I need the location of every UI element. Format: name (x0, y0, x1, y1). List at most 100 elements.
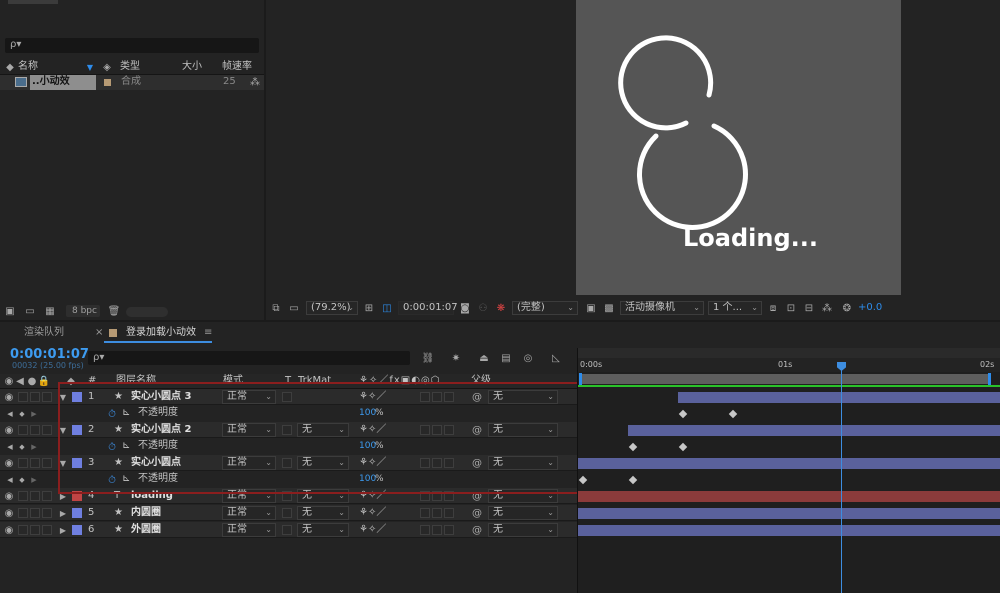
views-dropdown[interactable]: 1 个... ⌄ (708, 301, 762, 315)
new-folder-icon[interactable]: ▭ (24, 305, 36, 317)
layer-row[interactable]: ◉ ▶ 5 ★ 内圆圈 正常 ⌄ 无 ⌄ ⚘✧／ @ 无 ⌄ (0, 505, 577, 521)
camera-dropdown[interactable]: 活动摄像机 ⌄ (620, 301, 704, 315)
frame-blending-icon[interactable]: ▤ (498, 351, 514, 365)
keyframe-diamond[interactable] (628, 442, 638, 452)
trkmat-dropdown[interactable]: 无 ⌄ (297, 506, 349, 520)
eye-icon[interactable]: ◉ (4, 424, 14, 436)
solo-toggle[interactable] (30, 491, 40, 501)
column-name[interactable]: 名称 (18, 60, 38, 74)
project-item-row[interactable]: ..小动效 合成 25 ⁂ (0, 75, 264, 90)
switch-icons[interactable]: ⚘✧／ (359, 523, 386, 537)
prev-keyframe-icon[interactable]: ◀ (6, 474, 14, 486)
next-keyframe-icon[interactable]: ▶ (30, 474, 38, 486)
work-area-bar[interactable] (580, 374, 990, 384)
time-ruler[interactable]: 0:00s 01s 02s (578, 358, 1000, 372)
work-area-top[interactable] (578, 348, 1000, 358)
layer-name[interactable]: 外圆圈 (131, 523, 161, 537)
prev-keyframe-icon[interactable]: ◀ (6, 408, 14, 420)
camera-snapshot-icon[interactable]: ◙ (458, 301, 472, 315)
keyframe-diamond[interactable] (678, 409, 688, 419)
keyframe-diamond[interactable] (678, 442, 688, 452)
flowchart-icon[interactable]: ⁂ (249, 76, 261, 88)
eye-icon[interactable]: ◉ (4, 457, 14, 469)
add-keyframe-icon[interactable]: ◆ (18, 441, 26, 453)
trash-icon[interactable]: 🗑 (108, 305, 121, 317)
add-keyframe-icon[interactable]: ◆ (18, 474, 26, 486)
lock-toggle[interactable] (42, 508, 52, 518)
next-keyframe-icon[interactable]: ▶ (30, 441, 38, 453)
graph-editor-icon[interactable]: ◺ (548, 351, 564, 365)
audio-toggle[interactable] (18, 491, 28, 501)
layer-duration-bar[interactable] (678, 392, 1000, 403)
sort-icon[interactable]: ▼ (84, 60, 96, 74)
prev-keyframe-icon[interactable]: ◀ (6, 441, 14, 453)
keyframe-diamond[interactable] (628, 475, 638, 485)
pickwhip-icon[interactable]: @ (471, 507, 483, 519)
tab-menu-icon[interactable]: ≡ (204, 326, 212, 340)
resolution-dropdown[interactable]: (完整) ⌄ (512, 301, 578, 315)
switch-mb[interactable] (432, 508, 442, 518)
mode-dropdown[interactable]: 正常 ⌄ (222, 506, 276, 520)
switch-icons[interactable]: ⚘✧／ (359, 506, 386, 520)
keyframe-diamond[interactable] (728, 409, 738, 419)
audio-toggle[interactable] (18, 525, 28, 535)
lock-toggle[interactable] (42, 425, 52, 435)
timecode-display[interactable]: 0:00:01:07 (398, 301, 458, 315)
project-scrollbar[interactable] (126, 307, 168, 317)
timeline-icon[interactable]: ⊟ (802, 301, 816, 315)
interpret-footage-icon[interactable]: ▣ (4, 305, 16, 317)
eye-icon[interactable]: ◉ (4, 490, 14, 502)
mask-icon[interactable]: ◫ (380, 301, 394, 315)
transparency-grid-icon[interactable]: ▩ (602, 301, 616, 315)
switch-adj[interactable] (444, 508, 454, 518)
eye-icon[interactable]: ◉ (4, 391, 14, 403)
switch-fx[interactable] (420, 508, 430, 518)
audio-toggle[interactable] (18, 425, 28, 435)
shy-layers-icon[interactable]: ⏏ (476, 351, 492, 365)
lock-toggle[interactable] (42, 458, 52, 468)
lock-toggle[interactable] (42, 525, 52, 535)
layer-duration-bar[interactable] (628, 425, 1000, 436)
expand-right-icon[interactable]: ▶ (58, 524, 68, 536)
switch-fx[interactable] (420, 525, 430, 535)
eye-icon[interactable]: ◉ (4, 524, 14, 536)
channel-icon[interactable]: ❋ (494, 301, 508, 315)
tab-render-queue[interactable]: 渲染队列 (24, 326, 64, 340)
layer-duration-bar[interactable] (578, 508, 1000, 519)
exposure-value[interactable]: +0.0 (858, 301, 882, 315)
audio-toggle[interactable] (18, 508, 28, 518)
lock-toggle[interactable] (42, 392, 52, 402)
solo-toggle[interactable] (30, 425, 40, 435)
flowchart-icon[interactable]: ⁂ (820, 301, 834, 315)
comp-flowchart-icon[interactable]: ⛓ (420, 351, 436, 365)
solo-toggle[interactable] (30, 458, 40, 468)
current-time-indicator[interactable] (841, 362, 842, 593)
solo-toggle[interactable] (30, 392, 40, 402)
parent-dropdown[interactable]: 无 ⌄ (488, 523, 558, 537)
timeline-search-input[interactable]: ρ▾ (88, 351, 410, 365)
column-fps[interactable]: 帧速率 (222, 60, 252, 74)
monitor-icon[interactable]: ▭ (288, 301, 300, 315)
trkmat-dropdown[interactable]: 无 ⌄ (297, 523, 349, 537)
work-area-end[interactable] (988, 373, 991, 385)
preserve-transparency[interactable] (282, 508, 292, 518)
expand-right-icon[interactable]: ▶ (58, 507, 68, 519)
exposure-icon[interactable]: ❂ (840, 301, 854, 315)
parent-dropdown[interactable]: 无 ⌄ (488, 506, 558, 520)
grid-icon[interactable]: ⊞ (362, 301, 376, 315)
bpc-button[interactable]: 8 bpc (66, 305, 100, 317)
audio-toggle[interactable] (18, 458, 28, 468)
preserve-transparency[interactable] (282, 525, 292, 535)
switch-adj[interactable] (444, 525, 454, 535)
zoom-dropdown[interactable]: (79.2%) ⌄ (306, 301, 358, 315)
toggle-pixel-icon[interactable]: ⧈ (766, 301, 780, 315)
next-keyframe-icon[interactable]: ▶ (30, 408, 38, 420)
composition-canvas[interactable]: Loading... (576, 0, 901, 295)
layer-row[interactable]: ◉ ▶ 6 ★ 外圆圈 正常 ⌄ 无 ⌄ ⚘✧／ @ 无 ⌄ (0, 522, 577, 538)
project-search-input[interactable]: ρ▾ (5, 38, 259, 53)
work-area-start[interactable] (579, 373, 582, 385)
lock-toggle[interactable] (42, 491, 52, 501)
pickwhip-icon[interactable]: @ (471, 524, 483, 536)
solo-toggle[interactable] (30, 508, 40, 518)
region-of-interest-icon[interactable]: ▣ (584, 301, 598, 315)
